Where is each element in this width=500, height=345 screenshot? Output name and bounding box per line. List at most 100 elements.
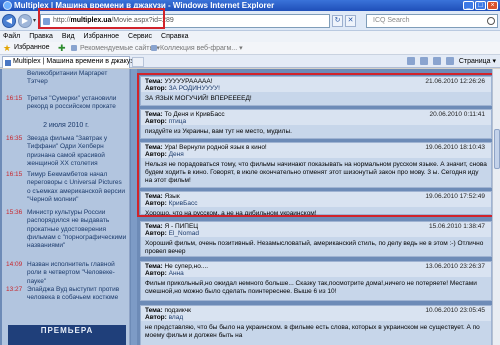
menu-help[interactable]: Справка (161, 31, 188, 42)
web-slice-gallery-link[interactable]: Коллекция веб-фрагм... ▾ (160, 44, 243, 52)
author-label: Автор: (145, 118, 169, 125)
comment-date: 13.06.2010 23:26:37 (425, 263, 485, 270)
maximize-button[interactable]: □ (475, 1, 486, 10)
search-icon[interactable] (487, 17, 495, 25)
forward-button[interactable]: ▶ (18, 14, 32, 28)
topic-label: Тема: (145, 193, 165, 200)
news-item[interactable]: 15:36 Министр культуры России распорядил… (2, 209, 130, 251)
tab-bar: Multiplex | Машина времени в джакузи Стр… (0, 55, 500, 68)
favorites-button[interactable]: Избранное (14, 44, 49, 51)
comment-author[interactable]: Деня (169, 151, 184, 158)
news-text[interactable]: Великобритании Маргарет Тэтчер (27, 70, 127, 87)
news-item[interactable]: 14:09 Назван исполнитель главной роли в … (2, 261, 130, 285)
comment-topic: Не супер,но.... (164, 263, 209, 270)
topic-label: Тема: (145, 263, 165, 270)
command-bar: Страница ▾ (406, 57, 496, 65)
menu-edit[interactable]: Правка (29, 31, 53, 42)
scrollbar-thumb[interactable] (494, 129, 500, 169)
news-date-header: 2 июля 2010 г. (43, 122, 89, 129)
comment-body: Фильм прикольный,но ожидал немного больш… (145, 280, 477, 295)
comment-author[interactable]: ЗА РОДИНУУУУ! (169, 85, 220, 92)
news-text[interactable]: Тимур Бекмамбетов начал переговоры с Uni… (27, 171, 127, 204)
tab-active[interactable]: Multiplex | Машина времени в джакузи (2, 56, 137, 68)
news-item[interactable]: 13:27 Элайджа Вуд выступит против челове… (2, 286, 130, 304)
refresh-icon[interactable]: ↻ (332, 15, 343, 27)
menu-bar: Файл Правка Вид Избранное Сервис Справка (0, 31, 500, 42)
page-content: Великобритании Маргарет Тэтчер 16:15 Тре… (0, 69, 500, 345)
news-time: 16:15 (6, 171, 23, 178)
comment-author[interactable]: El_Nomad (169, 230, 199, 237)
back-button[interactable]: ◀ (2, 14, 16, 28)
minimize-button[interactable]: _ (463, 1, 474, 10)
comment: Тема: Язык Автор: КривБасс 19.06.2010 17… (140, 191, 492, 217)
author-label: Автор: (145, 230, 169, 237)
home-icon[interactable] (406, 57, 415, 65)
menu-tools[interactable]: Сервис (128, 31, 152, 42)
news-text[interactable]: Министр культуры России распорядился не … (27, 209, 127, 250)
navigation-bar: ◀ ▶ ▾ http://multiplex.ua/Movie.aspx?id=… (0, 11, 500, 31)
address-url[interactable]: http://multiplex.ua/Movie.aspx?id=289 (53, 17, 174, 24)
comment-body: Нельзя не порадоваться тому, что фильмы … (145, 161, 487, 184)
url-scheme: http:// (53, 17, 71, 24)
close-button[interactable]: × (487, 1, 498, 10)
web-slice-icon (151, 45, 157, 51)
news-column: Великобритании Маргарет Тэтчер 16:15 Тре… (2, 69, 130, 345)
add-favorite-icon[interactable]: ✚ (58, 43, 66, 54)
premiere-banner[interactable]: ПРЕМЬЕРА (8, 325, 126, 345)
news-time: 13:27 (6, 286, 23, 293)
news-item[interactable]: 16:15 Третья "Сумерки" установили рекорд… (2, 95, 130, 113)
news-time: 16:35 (6, 135, 23, 142)
page-menu-button[interactable]: Страница ▾ (459, 57, 496, 65)
comment-date: 20.06.2010 0:11:41 (429, 111, 485, 118)
comment-body: Хороший фильм, очень позитивный. Незамыс… (145, 240, 484, 255)
news-item[interactable]: 16:15 Тимур Бекмамбетов начал переговоры… (2, 171, 130, 205)
comment: Тема: Не супер,но.... Автор: Анна 13.06.… (140, 261, 492, 301)
vertical-scrollbar[interactable] (492, 69, 500, 345)
suggested-sites-icon (71, 45, 77, 51)
suggested-sites-link[interactable]: Рекомендуемые сайты ▾ (80, 44, 160, 52)
topic-label: Тема: (145, 307, 165, 314)
comment-date: 19.06.2010 17:52:49 (425, 193, 485, 200)
news-text[interactable]: Третья "Сумерки" установили рекорд в рос… (27, 95, 127, 112)
feeds-icon[interactable] (419, 57, 428, 65)
news-time: 16:15 (6, 95, 23, 102)
news-text[interactable]: Элайджа Вуд выступит против человека в с… (27, 286, 127, 303)
comment-body: не представляю, что бы было на украинско… (145, 324, 480, 339)
page-favicon-icon (43, 18, 50, 25)
comment-header: Тема: Я - ПИПЕЦ Автор: El_Nomad 15.06.20… (141, 222, 491, 237)
address-field[interactable]: http://multiplex.ua/Movie.aspx?id=289 (40, 14, 330, 28)
stop-icon[interactable]: ✕ (345, 15, 356, 27)
new-tab-button[interactable] (132, 57, 144, 67)
news-item[interactable]: Великобритании Маргарет Тэтчер (2, 70, 130, 86)
comment-author[interactable]: влад (169, 314, 184, 321)
url-host: multiplex.ua (70, 17, 112, 24)
search-placeholder: ICQ Search (373, 17, 410, 24)
comment-body: ЗА ЯЗЫК МОГУЧИЙ! ВПЕРЕЕЕЕД! (145, 95, 252, 102)
author-label: Автор: (145, 85, 169, 92)
comment-header: Тема: Не супер,но.... Автор: Анна 13.06.… (141, 262, 491, 277)
comment-topic: Ура! Вернули родной язык в кино! (164, 144, 267, 151)
comment-header: Тема: УУУУУРААААА! Автор: ЗА РОДИНУУУУ! … (141, 77, 491, 92)
topic-label: Тема: (145, 144, 165, 151)
mail-icon[interactable] (432, 57, 441, 65)
ie-logo-icon (3, 1, 12, 10)
comment: Тема: Я - ПИПЕЦ Автор: El_Nomad 15.06.20… (140, 221, 492, 257)
comment-header: Тема: Язык Автор: КривБасс 19.06.2010 17… (141, 192, 491, 207)
comment: Тема: подзикчк Автор: влад 10.06.2010 23… (140, 305, 492, 345)
menu-favorites[interactable]: Избранное (84, 31, 119, 42)
topic-label: Тема: (145, 78, 165, 85)
search-field[interactable]: ICQ Search (366, 14, 498, 28)
tab-favicon-icon (5, 60, 11, 66)
comment-author[interactable]: КривБасс (169, 200, 198, 207)
menu-view[interactable]: Вид (62, 31, 75, 42)
news-text[interactable]: Назван исполнитель главной роли в четвер… (27, 261, 127, 286)
news-item[interactable]: 16:35 Звезда фильма "Завтрак у Тиффани" … (2, 135, 130, 169)
news-text[interactable]: Звезда фильма "Завтрак у Тиффани" Одри Х… (27, 135, 127, 168)
favorites-star-icon[interactable]: ★ (3, 43, 11, 54)
comment-author[interactable]: Анна (169, 270, 184, 277)
print-icon[interactable] (445, 57, 454, 65)
menu-file[interactable]: Файл (3, 31, 20, 42)
history-dropdown-icon[interactable]: ▾ (33, 17, 36, 24)
comment-topic: подзикчк (164, 307, 191, 314)
comment-author[interactable]: птица (169, 118, 186, 125)
